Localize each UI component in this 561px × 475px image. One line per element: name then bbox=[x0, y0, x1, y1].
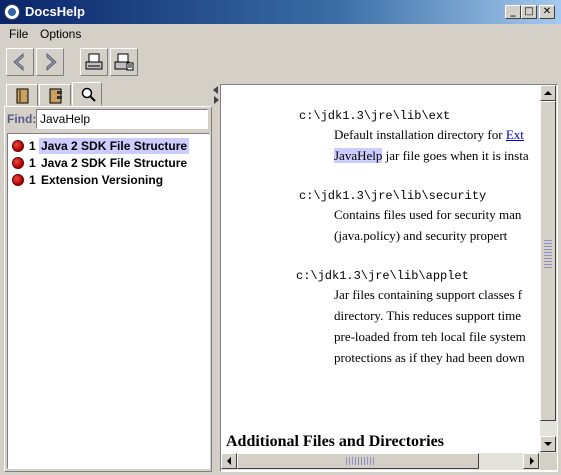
back-icon bbox=[13, 52, 24, 72]
entry-description-line: (java.policy) and security propert bbox=[334, 228, 508, 243]
print-button[interactable] bbox=[80, 48, 108, 76]
content-viewer: c:\jdk1.3\jre\lib\ext Default installati… bbox=[220, 84, 558, 472]
page-setup-button[interactable] bbox=[110, 48, 138, 76]
entry-description-line: JavaHelp jar file goes when it is insta bbox=[334, 148, 529, 164]
description-text: jar file goes when it is insta bbox=[382, 148, 529, 163]
window-title: DocsHelp bbox=[25, 4, 85, 19]
result-marker-icon bbox=[12, 174, 24, 186]
result-rank: 1 bbox=[29, 156, 36, 170]
pane-splitter[interactable] bbox=[212, 84, 220, 472]
directory-path: c:\jdk1.3\jre\lib\ext bbox=[299, 109, 451, 123]
forward-button[interactable] bbox=[36, 48, 64, 76]
menu-bar: File Options bbox=[0, 24, 561, 44]
result-rank: 1 bbox=[29, 139, 36, 153]
entry-description-line: Contains files used for security man bbox=[334, 207, 522, 222]
tab-toc[interactable] bbox=[6, 84, 38, 106]
scroll-left-button[interactable] bbox=[221, 453, 237, 469]
print-icon bbox=[85, 53, 103, 70]
toolbar bbox=[0, 44, 561, 80]
menu-options[interactable]: Options bbox=[40, 27, 81, 41]
result-rank: 1 bbox=[29, 173, 36, 187]
collapse-right-icon[interactable] bbox=[214, 96, 219, 104]
directory-path: c:\jdk1.3\jre\lib\applet bbox=[296, 269, 469, 283]
back-button[interactable] bbox=[6, 48, 34, 76]
java-app-icon bbox=[4, 4, 20, 20]
arrow-down-icon bbox=[544, 442, 552, 446]
directory-path: c:\jdk1.3\jre\lib\security bbox=[299, 189, 487, 203]
title-bar: DocsHelp _ □ ✕ bbox=[0, 0, 561, 24]
entry-description-line: Default installation directory for Ext bbox=[334, 127, 524, 143]
tab-index[interactable] bbox=[39, 84, 71, 106]
result-title: Extension Versioning bbox=[41, 173, 164, 187]
maximize-button[interactable]: □ bbox=[521, 5, 537, 19]
entry-description-line: pre-loaded from teh local file system bbox=[334, 329, 526, 344]
entry-description-line: protections as if they had been down bbox=[334, 350, 525, 365]
result-marker-icon bbox=[12, 140, 24, 152]
navigator-pane: Find: JavaHelp 1 Java 2 SDK File Structu… bbox=[4, 82, 212, 472]
arrow-left-icon bbox=[227, 457, 231, 465]
toc-book-icon bbox=[16, 88, 29, 104]
entry-description-line: directory. This reduces support time bbox=[334, 308, 522, 323]
tab-search[interactable] bbox=[72, 82, 102, 106]
menu-file[interactable]: File bbox=[9, 27, 28, 41]
scroll-up-button[interactable] bbox=[540, 85, 556, 101]
minimize-button[interactable]: _ bbox=[505, 5, 521, 19]
forward-icon bbox=[46, 52, 57, 72]
scroll-right-button[interactable] bbox=[523, 453, 539, 469]
section-heading: Additional Files and Directories bbox=[226, 433, 444, 450]
find-input[interactable]: JavaHelp bbox=[36, 109, 208, 129]
search-hit-highlight: JavaHelp bbox=[334, 148, 383, 163]
horizontal-scrollbar[interactable] bbox=[221, 453, 540, 470]
result-marker-icon bbox=[12, 157, 24, 169]
ext-link[interactable]: Ext bbox=[506, 127, 524, 142]
vertical-scrollbar[interactable] bbox=[540, 85, 557, 453]
search-magnifier-icon bbox=[81, 87, 96, 102]
index-icon bbox=[49, 88, 62, 104]
horizontal-scroll-thumb[interactable] bbox=[237, 453, 479, 469]
search-results-list: 1 Java 2 SDK File Structure 1 Java 2 SDK… bbox=[7, 133, 210, 469]
find-label: Find: bbox=[7, 112, 37, 126]
entry-description-line: Jar files containing support classes f bbox=[334, 287, 523, 302]
page-setup-icon bbox=[114, 53, 134, 71]
arrow-up-icon bbox=[544, 91, 552, 95]
arrow-right-icon bbox=[530, 457, 534, 465]
thumb-grip-icon bbox=[544, 240, 552, 270]
document-body: c:\jdk1.3\jre\lib\ext Default installati… bbox=[221, 85, 540, 453]
vertical-scroll-thumb[interactable] bbox=[540, 101, 556, 421]
thumb-grip-icon bbox=[346, 457, 376, 465]
collapse-left-icon[interactable] bbox=[213, 86, 218, 94]
search-panel: Find: JavaHelp 1 Java 2 SDK File Structu… bbox=[4, 106, 212, 472]
result-title: Java 2 SDK File Structure bbox=[41, 156, 188, 170]
scroll-down-button[interactable] bbox=[540, 436, 556, 452]
scrollbar-corner bbox=[540, 453, 557, 470]
result-title: Java 2 SDK File Structure bbox=[39, 138, 190, 154]
description-text: Default installation directory for bbox=[334, 127, 506, 142]
close-button[interactable]: ✕ bbox=[539, 5, 555, 19]
